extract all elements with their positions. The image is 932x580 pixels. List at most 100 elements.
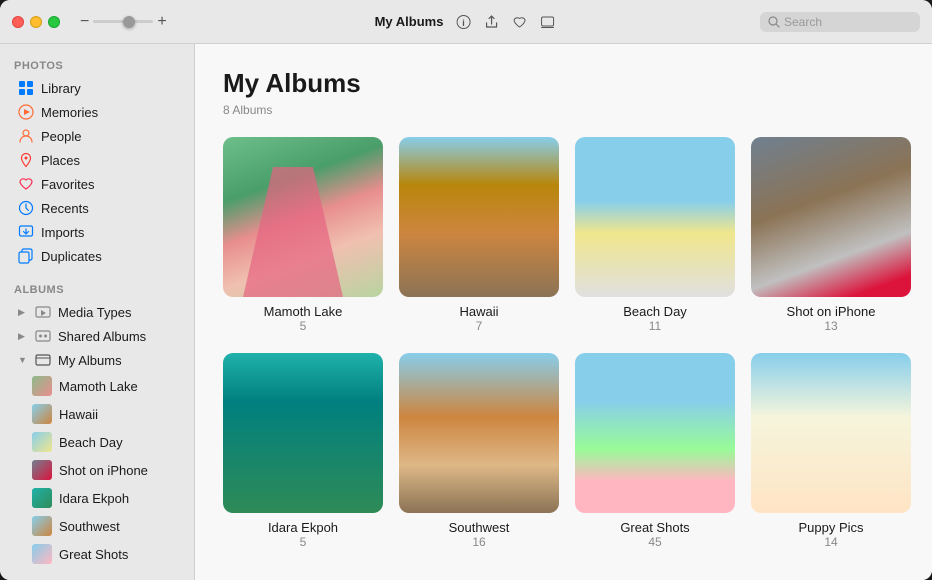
album-thumbnail-southwest	[399, 353, 559, 513]
sidebar-subitem-southwest[interactable]: Southwest	[4, 512, 190, 540]
great-shots-thumb	[32, 544, 52, 564]
memories-label: Memories	[41, 105, 98, 120]
album-count-hawaii: 7	[476, 319, 483, 333]
people-label: People	[41, 129, 81, 144]
imports-icon	[18, 224, 34, 240]
sidebar-item-duplicates[interactable]: Duplicates	[4, 244, 190, 268]
imports-label: Imports	[41, 225, 84, 240]
album-name-puppy-pics: Puppy Pics	[798, 520, 863, 535]
sidebar-subitem-great-shots[interactable]: Great Shots	[4, 540, 190, 568]
places-icon	[18, 152, 34, 168]
album-thumbnail-great-shots	[575, 353, 735, 513]
zoom-slider-area: − +	[80, 13, 167, 31]
sidebar-group-shared-albums[interactable]: ▶ Shared Albums	[4, 324, 190, 348]
sidebar-item-imports[interactable]: Imports	[4, 220, 190, 244]
recents-icon	[18, 200, 34, 216]
zoom-in-button[interactable]: +	[157, 13, 166, 31]
great-shots-subitem-label: Great Shots	[59, 547, 128, 562]
album-count-southwest: 16	[472, 535, 485, 549]
sidebar-item-favorites[interactable]: Favorites	[4, 172, 190, 196]
album-count-puppy-pics: 14	[824, 535, 837, 549]
shot-on-iphone-subitem-label: Shot on iPhone	[59, 463, 148, 478]
zoom-out-button[interactable]: −	[80, 13, 89, 31]
sidebar-group-media-types[interactable]: ▶ Media Types	[4, 300, 190, 324]
sidebar-subitem-mamoth-lake[interactable]: Mamoth Lake	[4, 372, 190, 400]
mamoth-lake-subitem-label: Mamoth Lake	[59, 379, 138, 394]
sidebar-subitem-idara-ekpoh[interactable]: Idara Ekpoh	[4, 484, 190, 512]
album-grid: Mamoth Lake5Hawaii7Beach Day11Shot on iP…	[223, 137, 904, 549]
album-thumbnail-puppy-pics	[751, 353, 911, 513]
album-item-shot-on-iphone[interactable]: Shot on iPhone13	[751, 137, 911, 333]
duplicates-label: Duplicates	[41, 249, 102, 264]
titlebar-center: My Albums i	[375, 12, 558, 32]
favorites-icon	[18, 176, 34, 192]
album-item-southwest[interactable]: Southwest16	[399, 353, 559, 549]
share-icon[interactable]	[481, 12, 501, 32]
album-name-mamoth-lake: Mamoth Lake	[264, 304, 343, 319]
close-button[interactable]	[12, 16, 24, 28]
minimize-button[interactable]	[30, 16, 42, 28]
album-count-great-shots: 45	[648, 535, 661, 549]
search-icon	[768, 16, 780, 28]
main-content: Photos Library	[0, 44, 932, 580]
southwest-thumb	[32, 516, 52, 536]
album-item-great-shots[interactable]: Great Shots45	[575, 353, 735, 549]
svg-text:i: i	[462, 18, 465, 28]
places-label: Places	[41, 153, 80, 168]
my-albums-icon	[35, 352, 51, 368]
shared-albums-label: Shared Albums	[58, 329, 146, 344]
slideshow-icon[interactable]	[537, 12, 557, 32]
app-window: − + My Albums i	[0, 0, 932, 580]
sidebar-subitem-hawaii[interactable]: Hawaii	[4, 400, 190, 428]
album-thumbnail-idara-ekpoh	[223, 353, 383, 513]
sidebar-group-my-albums[interactable]: ▼ My Albums	[4, 348, 190, 372]
idara-ekpoh-thumb	[32, 488, 52, 508]
album-name-shot-on-iphone: Shot on iPhone	[787, 304, 876, 319]
info-icon[interactable]: i	[453, 12, 473, 32]
sidebar-item-library[interactable]: Library	[4, 76, 190, 100]
maximize-button[interactable]	[48, 16, 60, 28]
hawaii-thumb	[32, 404, 52, 424]
media-types-icon	[35, 304, 51, 320]
search-area[interactable]	[760, 12, 920, 32]
album-item-puppy-pics[interactable]: Puppy Pics14	[751, 353, 911, 549]
search-input[interactable]	[784, 15, 904, 29]
shared-albums-icon	[35, 328, 51, 344]
heart-icon[interactable]	[509, 12, 529, 32]
beach-day-subitem-label: Beach Day	[59, 435, 123, 450]
sidebar-item-places[interactable]: Places	[4, 148, 190, 172]
album-thumbnail-hawaii	[399, 137, 559, 297]
media-types-label: Media Types	[58, 305, 131, 320]
album-count-subtitle: 8 Albums	[223, 103, 904, 117]
recents-label: Recents	[41, 201, 89, 216]
window-title: My Albums	[375, 14, 444, 29]
sidebar: Photos Library	[0, 44, 195, 580]
album-item-hawaii[interactable]: Hawaii7	[399, 137, 559, 333]
library-icon	[18, 80, 34, 96]
southwest-subitem-label: Southwest	[59, 519, 120, 534]
album-thumbnail-mamoth-lake	[223, 137, 383, 297]
zoom-slider-thumb[interactable]	[123, 16, 135, 28]
sidebar-subitem-shot-on-iphone[interactable]: Shot on iPhone	[4, 456, 190, 484]
album-name-idara-ekpoh: Idara Ekpoh	[268, 520, 338, 535]
shot-on-iphone-thumb	[32, 460, 52, 480]
album-count-beach-day: 11	[649, 319, 661, 333]
sidebar-item-recents[interactable]: Recents	[4, 196, 190, 220]
sidebar-item-memories[interactable]: Memories	[4, 100, 190, 124]
content-area: My Albums 8 Albums Mamoth Lake5Hawaii7Be…	[195, 44, 932, 580]
hawaii-subitem-label: Hawaii	[59, 407, 98, 422]
chevron-right-icon: ▶	[18, 307, 28, 318]
chevron-right-icon-shared: ▶	[18, 331, 28, 342]
album-item-mamoth-lake[interactable]: Mamoth Lake5	[223, 137, 383, 333]
album-name-great-shots: Great Shots	[620, 520, 689, 535]
album-count-shot-on-iphone: 13	[824, 319, 837, 333]
chevron-down-icon: ▼	[18, 355, 28, 365]
zoom-slider-track[interactable]	[93, 20, 153, 23]
page-title: My Albums	[223, 68, 904, 99]
album-name-beach-day: Beach Day	[623, 304, 687, 319]
sidebar-subitem-beach-day[interactable]: Beach Day	[4, 428, 190, 456]
album-item-idara-ekpoh[interactable]: Idara Ekpoh5	[223, 353, 383, 549]
library-label: Library	[41, 81, 81, 96]
sidebar-item-people[interactable]: People	[4, 124, 190, 148]
album-item-beach-day[interactable]: Beach Day11	[575, 137, 735, 333]
